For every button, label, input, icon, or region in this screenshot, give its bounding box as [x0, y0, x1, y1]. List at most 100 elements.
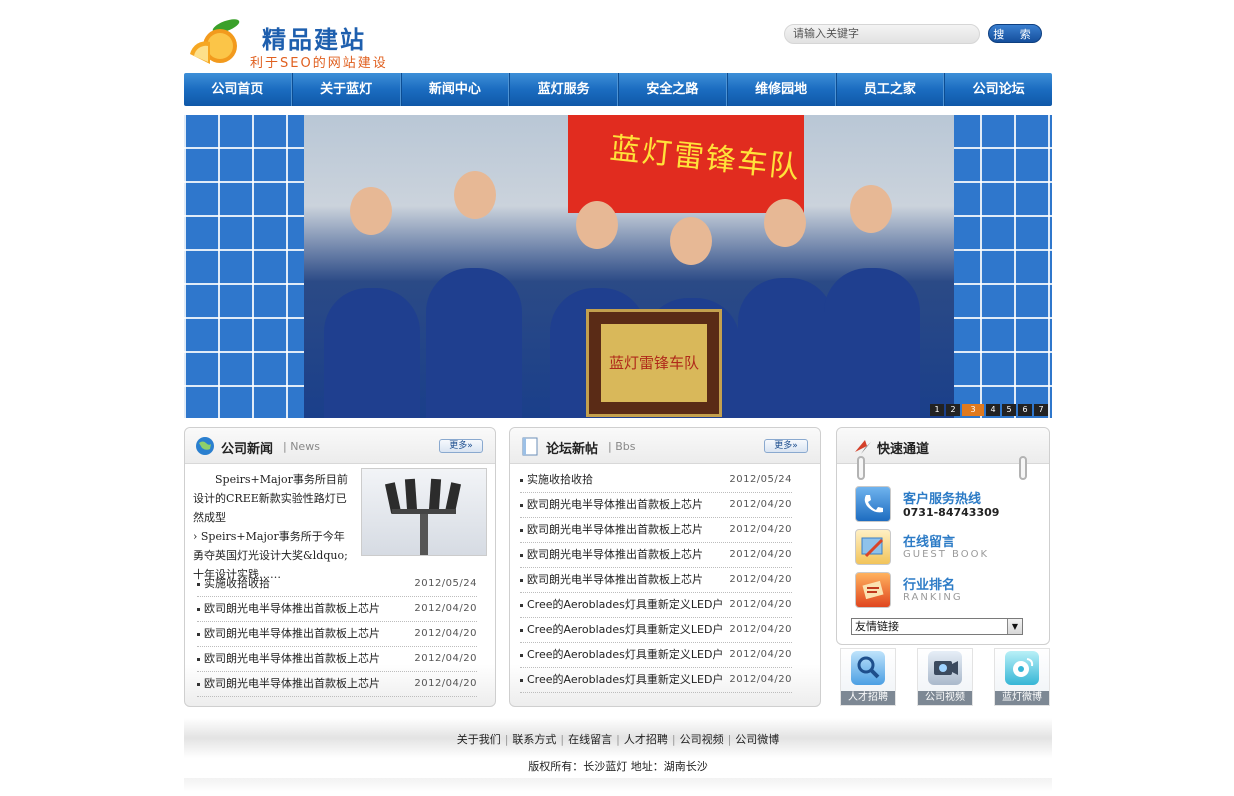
- tile-recruitment[interactable]: 人才招聘: [840, 648, 896, 706]
- footer-separator: |: [727, 733, 732, 746]
- copyright: 版权所有：长沙蓝灯 地址：湖南长沙: [528, 760, 708, 773]
- news-row-title: 欧司朗光电半导体推出首款板上芯片: [204, 652, 380, 665]
- bbs-row[interactable]: Cree的Aeroblades灯具重新定义LED户 2012/04/20: [520, 593, 792, 618]
- bullet-icon: [520, 503, 523, 507]
- phone-icon: [855, 486, 891, 522]
- footer-link-about[interactable]: 关于我们: [457, 733, 501, 746]
- nav-item-repair[interactable]: 维修园地: [726, 73, 836, 106]
- footer-separator: |: [560, 733, 565, 746]
- logo-subtitle: 利于SEO的网站建设: [250, 56, 388, 71]
- nav-item-forum[interactable]: 公司论坛: [944, 73, 1052, 106]
- bullet-icon: [520, 478, 523, 482]
- news-row[interactable]: 欧司朗光电半导体推出首款板上芯片 2012/04/20: [197, 597, 477, 622]
- bbs-row[interactable]: Cree的Aeroblades灯具重新定义LED户 2012/04/20: [520, 618, 792, 643]
- main-nav: 公司首页 关于蓝灯 新闻中心 蓝灯服务 安全之路 维修园地 员工之家 公司论坛: [184, 73, 1052, 106]
- bbs-row-title: Cree的Aeroblades灯具重新定义LED户: [527, 648, 724, 661]
- footer-link-weibo[interactable]: 公司微博: [735, 733, 779, 746]
- tile-weibo[interactable]: 蓝灯微博: [994, 648, 1050, 706]
- bbs-row[interactable]: 欧司朗光电半导体推出首款板上芯片 2012/04/20: [520, 568, 792, 593]
- bullet-icon: [520, 553, 523, 557]
- tile-video[interactable]: 公司视频: [917, 648, 973, 706]
- bullet-icon: [520, 603, 523, 607]
- orange-icon: [190, 19, 240, 64]
- nav-item-home[interactable]: 公司首页: [184, 73, 292, 106]
- bullet-icon: [520, 628, 523, 632]
- pager-dot-4[interactable]: 4: [986, 404, 1000, 416]
- friend-links-value: 友情链接: [855, 620, 899, 633]
- pager-dot-7[interactable]: 7: [1034, 404, 1048, 416]
- bbs-row[interactable]: 实施收拾收拾 2012/05/24: [520, 468, 792, 493]
- nav-item-staff[interactable]: 员工之家: [835, 73, 945, 106]
- news-row[interactable]: 欧司朗光电半导体推出首款板上芯片 2012/04/20: [197, 622, 477, 647]
- page: 精品建站 利于SEO的网站建设 请输入关键字 搜 索 公司首页 关于蓝灯 新闻中…: [184, 0, 1052, 796]
- footer-link-recruitment[interactable]: 人才招聘: [624, 733, 668, 746]
- bbs-row-date: 2012/04/20: [729, 599, 792, 610]
- bbs-panel-title: 论坛新帖: [546, 442, 599, 457]
- banner-grid-left: [184, 115, 324, 418]
- chevron-down-icon[interactable]: ▼: [1007, 619, 1022, 634]
- bbs-row-date: 2012/04/20: [729, 524, 792, 535]
- news-row-date: 2012/04/20: [414, 628, 477, 639]
- person: [738, 278, 834, 418]
- bbs-row-date: 2012/04/20: [729, 499, 792, 510]
- pager-dot-1[interactable]: 1: [930, 404, 944, 416]
- bbs-more-button[interactable]: 更多»: [764, 439, 808, 453]
- news-row-title: 欧司朗光电半导体推出首款板上芯片: [204, 677, 380, 690]
- bbs-row-date: 2012/04/20: [729, 624, 792, 635]
- document-icon: [522, 437, 538, 456]
- news-row-date: 2012/05/24: [414, 578, 477, 589]
- bbs-row[interactable]: Cree的Aeroblades灯具重新定义LED户 2012/04/20: [520, 643, 792, 668]
- person-head: [670, 217, 712, 265]
- logo-title: 精品建站: [262, 26, 366, 54]
- news-panel-subtitle: | News: [283, 440, 320, 453]
- bbs-row[interactable]: 欧司朗光电半导体推出首款板上芯片 2012/04/20: [520, 518, 792, 543]
- footer-link-video[interactable]: 公司视频: [680, 733, 724, 746]
- news-row-date: 2012/04/20: [414, 678, 477, 689]
- bbs-panel: 论坛新帖 | Bbs 更多» 实施收拾收拾 2012/05/24 欧司朗光电半导体…: [509, 427, 821, 707]
- footer-bottom: [184, 778, 1052, 792]
- bbs-row[interactable]: 欧司朗光电半导体推出首款板上芯片 2012/04/20: [520, 493, 792, 518]
- ranking-en-label: RANKING: [903, 592, 963, 603]
- award-plaque: 蓝灯雷锋车队: [586, 309, 722, 417]
- footer-link-contact[interactable]: 联系方式: [512, 733, 556, 746]
- site-logo[interactable]: 精品建站 利于SEO的网站建设: [184, 8, 404, 71]
- bbs-row-title: 欧司朗光电半导体推出首款板上芯片: [527, 573, 703, 586]
- news-row[interactable]: 欧司朗光电半导体推出首款板上芯片 2012/04/20: [197, 672, 477, 697]
- guestbook-item[interactable]: 在线留言 GUEST BOOK: [855, 529, 1035, 569]
- news-row[interactable]: 实施收拾收拾 2012/05/24: [197, 572, 477, 597]
- pager-dot-5[interactable]: 5: [1002, 404, 1016, 416]
- nav-item-safety[interactable]: 安全之路: [618, 73, 727, 106]
- news-row-date: 2012/04/20: [414, 653, 477, 664]
- bbs-row-date: 2012/04/20: [729, 549, 792, 560]
- hotline-number: 0731-84743309: [903, 506, 1000, 519]
- bbs-row[interactable]: 欧司朗光电半导体推出首款板上芯片 2012/04/20: [520, 543, 792, 568]
- hotline-item[interactable]: 客户服务热线 0731-84743309: [855, 486, 1035, 526]
- friend-links-select[interactable]: 友情链接 ▼: [851, 618, 1023, 635]
- search-input[interactable]: 请输入关键字: [784, 24, 980, 44]
- guestbook-en-label: GUEST BOOK: [903, 549, 990, 560]
- news-row[interactable]: 欧司朗光电半导体推出首款板上芯片 2012/04/20: [197, 647, 477, 672]
- pager-dot-6[interactable]: 6: [1018, 404, 1032, 416]
- person-head: [576, 201, 618, 249]
- ranking-label: 行业排名: [903, 578, 956, 593]
- search-button[interactable]: 搜 索: [988, 24, 1042, 43]
- footer-link-guestbook[interactable]: 在线留言: [568, 733, 612, 746]
- bbs-row[interactable]: Cree的Aeroblades灯具重新定义LED户 2012/04/20: [520, 668, 792, 693]
- tile-video-label: 公司视频: [918, 691, 972, 705]
- quick-access-panel: 快速通道 客户服务热线 0731-84743309 在线留言 GUEST BOO…: [836, 427, 1050, 645]
- news-intro[interactable]: Speirs+Major事务所目前设计的CREE新款实验性路灯已然成型 › Sp…: [193, 470, 353, 584]
- nav-item-about[interactable]: 关于蓝灯: [291, 73, 401, 106]
- banner-slideshow[interactable]: 蓝灯雷锋车队 蓝灯雷锋车队 1 2 3 4 5 6 7: [184, 115, 1052, 418]
- bbs-row-title: Cree的Aeroblades灯具重新定义LED户: [527, 673, 724, 686]
- nav-item-service[interactable]: 蓝灯服务: [509, 73, 618, 106]
- pager-dot-2[interactable]: 2: [946, 404, 960, 416]
- footer-separator: |: [616, 733, 620, 746]
- news-panel-header: 公司新闻 | News 更多»: [185, 428, 495, 464]
- pager-dot-3[interactable]: 3: [962, 404, 984, 416]
- footer-links: 关于我们 | 联系方式 | 在线留言 | 人才招聘 | 公司视频 | 公司微博: [184, 731, 1052, 747]
- news-more-button[interactable]: 更多»: [439, 439, 483, 453]
- ranking-item[interactable]: 行业排名 RANKING: [855, 572, 1035, 612]
- news-intro-image[interactable]: [361, 468, 487, 556]
- nav-item-news[interactable]: 新闻中心: [400, 73, 510, 106]
- bbs-row-title: 欧司朗光电半导体推出首款板上芯片: [527, 498, 703, 511]
